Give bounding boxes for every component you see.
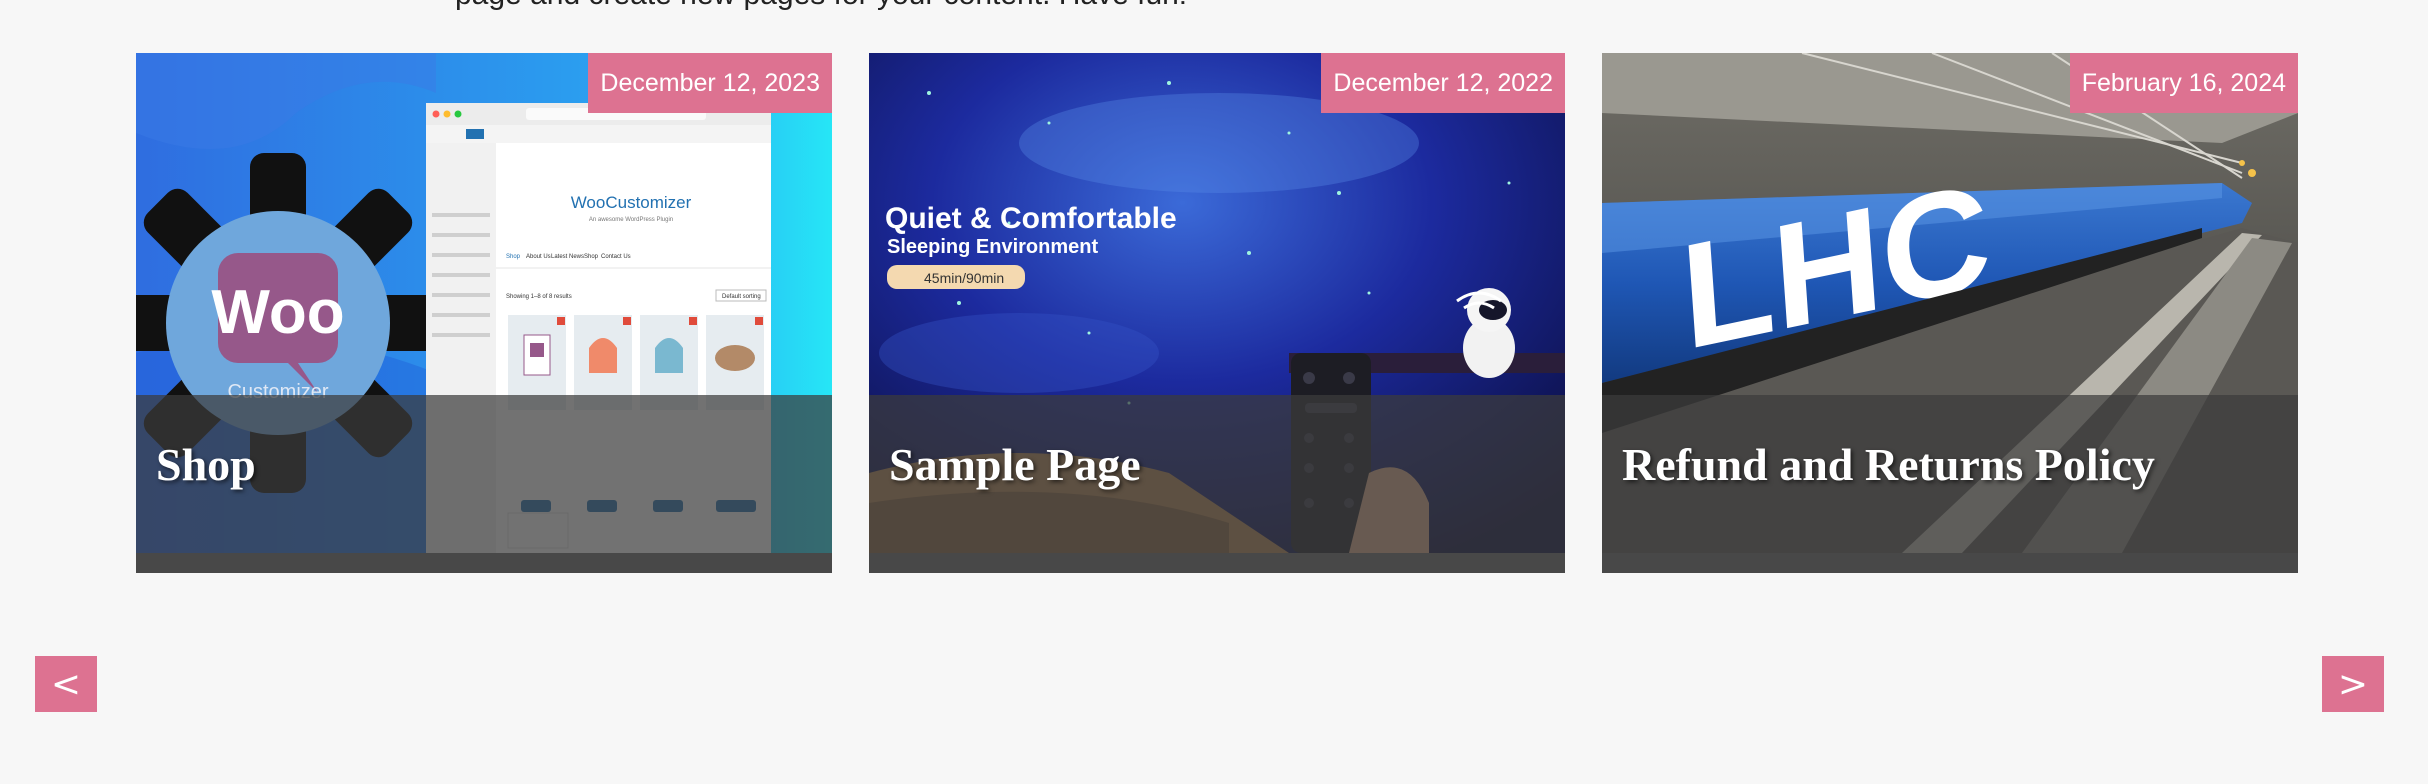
shot-result-count: Showing 1–8 of 8 results [506,294,572,300]
shot-nav-link: About Us [526,254,551,260]
shot-nav-link: Shop [506,254,521,260]
promo-headline: Quiet & Comfortable [885,202,1177,235]
post-card-refund-policy[interactable]: LHC Refund and Returns Policy February 1… [1602,53,2298,573]
intro-text: page and create new pages for your conte… [455,0,1187,12]
shot-sort-select: Default sorting [722,294,761,300]
carousel-next-button[interactable]: > [2322,656,2384,712]
shot-nav-link: Contact Us [601,254,631,260]
post-card-sample-page[interactable]: Quiet & Comfortable Sleeping Environment… [869,53,1565,573]
date-badge: February 16, 2024 [2069,53,2298,113]
carousel-prev-button[interactable]: < [35,656,97,712]
shot-nav-link: Shop [584,254,599,260]
card-title[interactable]: Refund and Returns Policy [1622,438,2155,491]
plugin-window-title: WooCustomizer [571,193,692,212]
plugin-window-subtitle: An awesome WordPress Plugin [589,217,673,223]
woo-logo-text: Woo [211,278,344,347]
date-badge: December 12, 2022 [1321,53,1565,113]
promo-badge: 45min/90min [924,270,1004,286]
card-title[interactable]: Sample Page [889,438,1141,491]
date-badge: December 12, 2023 [588,53,832,113]
post-card-shop[interactable]: Woo Customizer WooCustomizer An awesome … [136,53,832,573]
promo-subline: Sleeping Environment [887,236,1098,258]
shot-nav-link: Latest News [551,254,584,260]
card-title[interactable]: Shop [156,438,256,491]
